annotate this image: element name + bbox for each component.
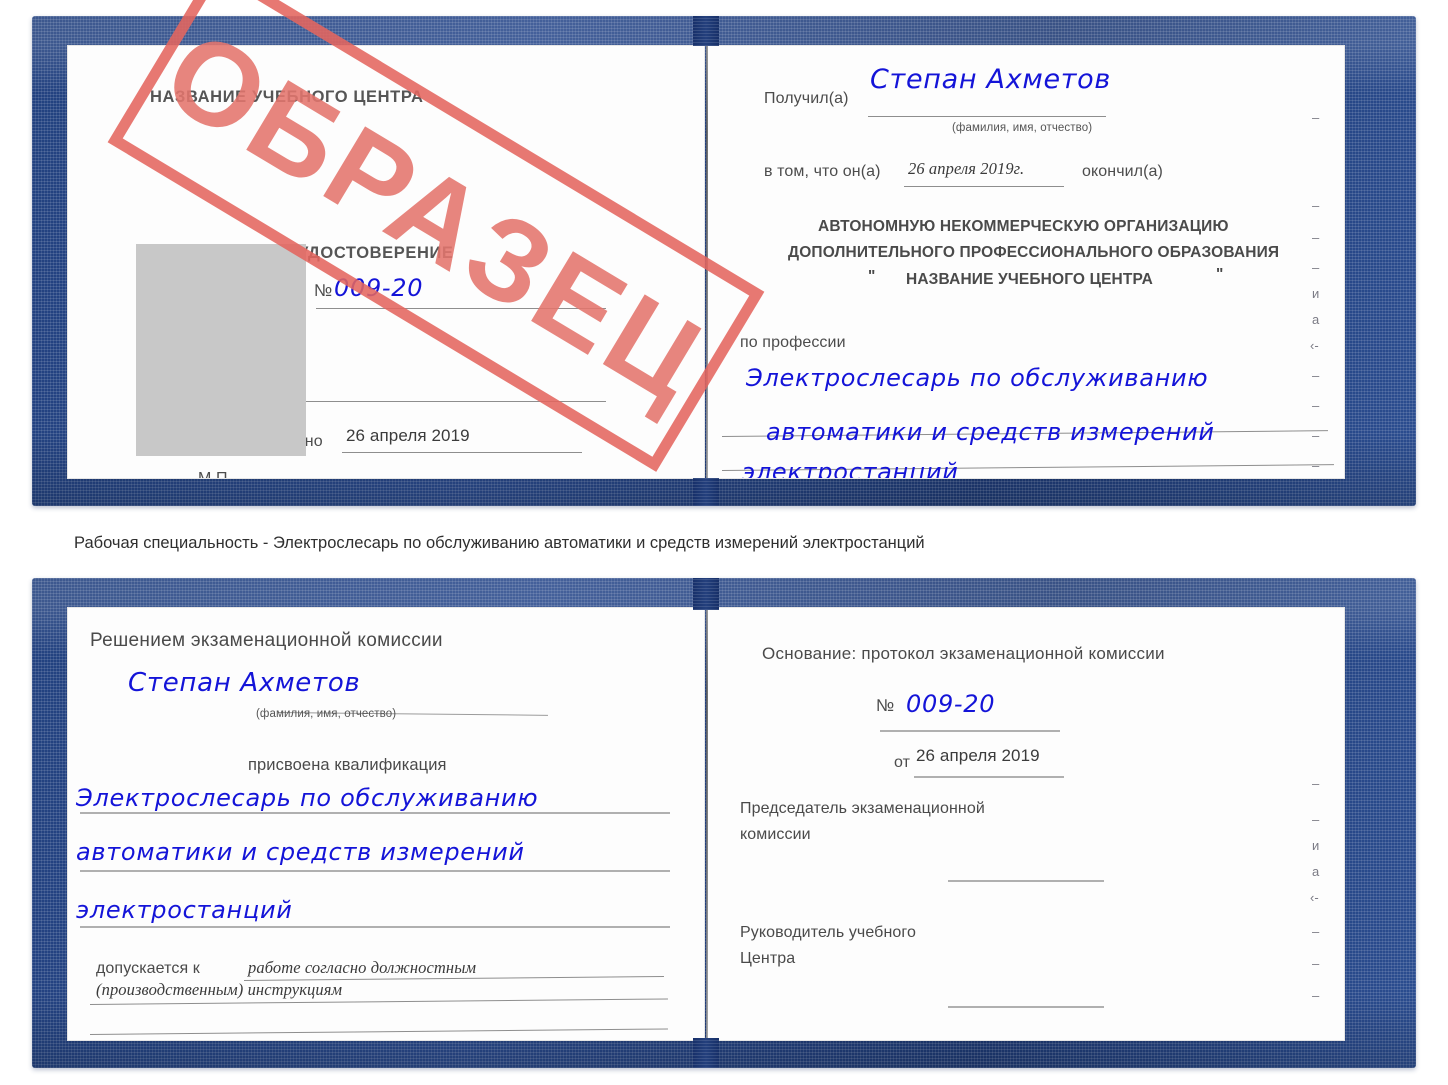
chairman-signature-rule [948,880,1104,882]
top-left-page: НАЗВАНИЕ УЧЕБНОГО ЦЕНТРА УДОСТОВЕРЕНИЕ №… [68,46,704,478]
basis-label: Основание: протокол экзаменационной коми… [762,644,1165,663]
profession-line-3: электростанций [742,458,959,478]
chairman-line-2: комиссии [740,826,811,843]
completion-date: 26 апреля 2019г. [908,159,1025,178]
seal-label: М.П. [198,470,232,478]
head-signature-rule [948,1006,1104,1008]
finished-label: окончил(а) [1082,163,1163,180]
chairman-line-1: Председатель экзаменационной [740,800,985,817]
qualification-line-3: электростанций [76,896,293,924]
received-rule [868,116,1106,117]
qualification-line-2: автоматики и средств измерений [76,838,525,866]
bottom-right-page: Основание: протокол экзаменационной коми… [708,608,1344,1040]
spine-line-top [706,44,708,480]
received-name: Степан Ахметов [870,64,1112,95]
name-hint-top: (фамилия, имя, отчество) [952,122,1093,134]
in-that-label: в том, что он(а) [764,163,881,180]
qualification-label: присвоена квалификация [248,756,447,774]
profession-line-2: автоматики и средств измерений [766,418,1215,446]
number-value-top: 009-20 [334,274,424,302]
qualification-rule-2 [80,870,670,872]
training-center-name-top: НАЗВАНИЕ УЧЕБНОГО ЦЕНТРА [150,88,424,106]
photo-placeholder [136,244,306,456]
name-hint-bottom: (фамилия, имя, отчество) [256,708,397,720]
qualification-rule-1 [80,812,670,814]
profession-label: по профессии [740,334,846,351]
profession-line-1: Электрослесарь по обслуживанию [746,364,1209,392]
head-line-1: Руководитель учебного [740,924,916,941]
allowed-text-line-2: (производственным) инструкциям [96,980,343,999]
issued-date: 26 апреля 2019 [346,426,470,445]
spine-line-bottom [706,606,708,1042]
protocol-date-value: 26 апреля 2019 [916,746,1040,765]
number-label-top: № [314,281,333,300]
decision-title: Решением экзаменационной комиссии [90,630,443,651]
caption-text: Рабочая специальность - Электрослесарь п… [74,534,925,552]
certificate-title: УДОСТОВЕРЕНИЕ [298,244,454,262]
spine-tab-top [693,16,719,46]
organization-line-3: НАЗВАНИЕ УЧЕБНОГО ЦЕНТРА [906,271,1153,288]
organization-line-2: ДОПОЛНИТЕЛЬНОГО ПРОФЕССИОНАЛЬНОГО ОБРАЗО… [788,244,1280,261]
protocol-number-value: 009-20 [906,690,996,718]
protocol-number-rule [880,730,1060,732]
allowed-label: допускается к [96,960,200,977]
allowed-rule-3 [89,1028,668,1035]
issued-rule [342,452,582,453]
certificate-top: НАЗВАНИЕ УЧЕБНОГО ЦЕНТРА УДОСТОВЕРЕНИЕ №… [32,16,1416,506]
spine-tab-top-bottom [693,478,719,506]
spine-tab-bottom-top [693,578,719,610]
certificate-bottom: Решением экзаменационной комиссии Степан… [32,578,1416,1068]
spine-tab-bottom-bottom [693,1038,719,1068]
completion-date-rule [904,186,1064,187]
bottom-name: Степан Ахметов [128,668,361,698]
protocol-number-label: № [876,696,895,715]
screenshot-root: НАЗВАНИЕ УЧЕБНОГО ЦЕНТРА УДОСТОВЕРЕНИЕ №… [0,0,1448,1085]
protocol-date-label: от [894,754,911,771]
organization-line-1: АВТОНОМНУЮ НЕКОММЕРЧЕСКУЮ ОРГАНИЗАЦИЮ [818,218,1229,235]
organization-quote-open: " [868,268,876,285]
top-right-page: Получил(а) Степан Ахметов (фамилия, имя,… [708,46,1344,478]
protocol-date-rule [914,776,1064,778]
number-rule-top [316,308,606,309]
bottom-left-page: Решением экзаменационной комиссии Степан… [68,608,704,1040]
allowed-text-line-1: работе согласно должностным [248,958,477,977]
blank-rule-top [306,401,606,402]
received-label: Получил(а) [764,90,849,107]
qualification-line-1: Электрослесарь по обслуживанию [76,784,539,812]
head-line-2: Центра [740,950,796,967]
qualification-rule-3 [80,926,670,928]
organization-quote-close: " [1216,266,1224,283]
